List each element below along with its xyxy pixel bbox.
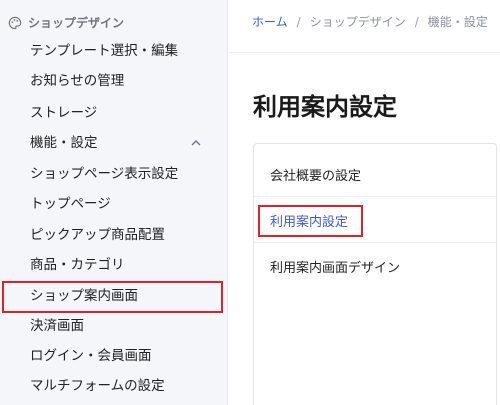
sidebar-item-top-page[interactable]: トップページ	[30, 193, 111, 215]
palette-icon	[8, 16, 22, 29]
sidebar-item-template[interactable]: テンプレート選択・編集	[30, 40, 178, 62]
divider	[254, 242, 496, 243]
divider	[254, 196, 496, 197]
chevron-up-icon	[191, 140, 201, 146]
sidebar-item-products[interactable]: 商品・カテゴリ	[30, 254, 125, 276]
breadcrumb-separator: /	[414, 15, 419, 29]
sidebar-section-header: ショップデザイン	[8, 14, 124, 31]
breadcrumb-current: 機能・設定	[427, 15, 488, 29]
menu-item-company-profile[interactable]: 会社概要の設定	[270, 165, 361, 184]
sidebar-section-title: ショップデザイン	[28, 16, 125, 30]
sidebar-item-label: 機能・設定	[30, 135, 98, 151]
page-title: 利用案内設定	[253, 93, 397, 121]
breadcrumb: ホーム / ショップデザイン / 機能・設定	[252, 13, 488, 30]
breadcrumb-shop-design[interactable]: ショップデザイン	[310, 15, 406, 29]
sidebar-item-payment[interactable]: 決済画面	[30, 315, 84, 337]
sidebar-item-news[interactable]: お知らせの管理	[30, 70, 124, 92]
sidebar: ショップデザイン テンプレート選択・編集 お知らせの管理 ストレージ 機能・設定…	[0, 0, 228, 405]
header-divider	[229, 52, 500, 53]
highlight-box	[258, 205, 363, 237]
breadcrumb-home[interactable]: ホーム	[252, 15, 288, 29]
sidebar-item-multiform[interactable]: マルチフォームの設定	[30, 375, 165, 397]
highlight-box	[2, 281, 223, 313]
submenu-card: 会社概要の設定 利用案内設定 利用案内画面デザイン	[253, 143, 497, 405]
menu-item-usage-guide-design[interactable]: 利用案内画面デザイン	[270, 257, 400, 276]
sidebar-item-login[interactable]: ログイン・会員画面	[30, 345, 152, 367]
sidebar-item-storage[interactable]: ストレージ	[30, 102, 97, 124]
sidebar-item-pickup[interactable]: ピックアップ商品配置	[30, 224, 165, 246]
breadcrumb-separator: /	[296, 15, 301, 29]
sidebar-item-features[interactable]: 機能・設定	[30, 132, 208, 154]
sidebar-item-shop-page-display[interactable]: ショップページ表示設定	[30, 163, 178, 185]
